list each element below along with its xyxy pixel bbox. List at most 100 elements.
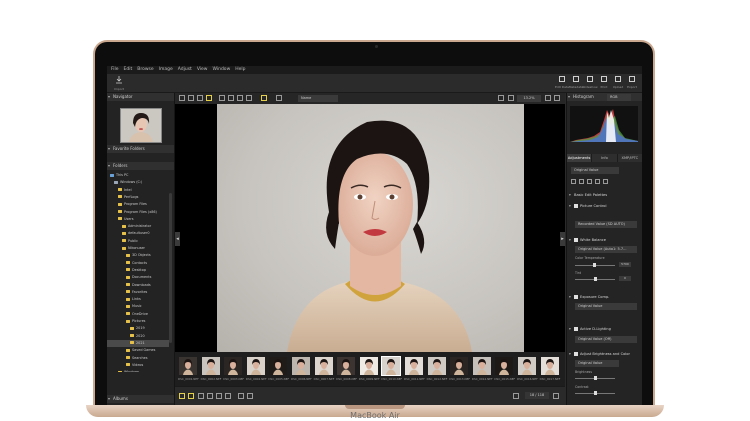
filmstrip-thumbnail[interactable] [269, 357, 288, 375]
exposure-select[interactable]: Original Value [575, 303, 637, 310]
rating-filter-icon[interactable] [261, 95, 267, 101]
preset-select[interactable]: Original Value [571, 167, 619, 174]
color-picker-icon[interactable] [571, 179, 576, 184]
menu-item-adjust[interactable]: Adjust [178, 66, 192, 74]
tint-slider[interactable] [575, 277, 615, 281]
menu-item-help[interactable]: Help [235, 66, 245, 74]
white-balance-select[interactable]: Original Value (Auto1: 5.7... [575, 246, 637, 253]
filmstrip-thumbnail[interactable] [337, 357, 356, 375]
folder-tree-item[interactable]: 2019 [107, 325, 169, 332]
folder-tree-item[interactable]: Music [107, 303, 169, 310]
active-d-lighting-section[interactable]: Active D-Lighting [569, 326, 641, 333]
folder-tree-item[interactable]: Downloads [107, 282, 169, 289]
export-button[interactable]: Export [624, 75, 640, 91]
folder-tree-item[interactable]: Program Files [107, 201, 169, 208]
label-icon[interactable] [179, 393, 185, 399]
filmstrip-thumbnail[interactable] [381, 356, 402, 376]
color-temp-slider[interactable] [575, 263, 615, 267]
filmstrip-thumbnail[interactable] [201, 357, 220, 375]
menu-item-window[interactable]: Window [213, 66, 231, 74]
filmstrip-thumbnail[interactable] [314, 357, 333, 375]
image-viewer[interactable]: ◂ ▸ [175, 104, 565, 352]
filmstrip-thumbnail[interactable] [224, 357, 243, 375]
folder-tree-item[interactable]: Public [107, 238, 169, 245]
menu-item-image[interactable]: Image [159, 66, 173, 74]
navigator-header[interactable]: Navigator [107, 93, 174, 101]
info-icon[interactable] [216, 393, 222, 399]
filmstrip-view-icon[interactable] [197, 95, 203, 101]
exposure-section[interactable]: Exposure Comp. [569, 294, 641, 301]
folder-tree-item[interactable]: Intel [107, 187, 169, 194]
folders-header[interactable]: Folders [107, 162, 174, 170]
filmstrip-thumbnail[interactable] [179, 357, 197, 375]
brightness-select[interactable]: Original Value [575, 360, 619, 367]
brush-icon[interactable] [579, 179, 584, 184]
menu-item-browse[interactable]: Browse [137, 66, 153, 74]
folder-tree-item[interactable]: Pictures [107, 318, 169, 325]
folder-tree-item[interactable]: Administrator [107, 223, 169, 230]
navigator-thumbnail[interactable] [120, 108, 162, 143]
albums-header[interactable]: Albums [107, 395, 174, 403]
adl-checkbox[interactable] [574, 327, 578, 331]
crop-icon[interactable] [587, 179, 592, 184]
grid-view-icon[interactable] [179, 95, 185, 101]
retouch-icon[interactable] [603, 179, 608, 184]
dual-view-icon[interactable] [237, 95, 243, 101]
color-temp-value[interactable]: 5700 [619, 262, 631, 267]
filmstrip-thumbnail[interactable] [450, 357, 469, 375]
zoom-in-icon[interactable] [545, 95, 551, 101]
fit-screen-icon[interactable] [498, 95, 504, 101]
next-image-icon[interactable]: ▸ [560, 232, 565, 246]
picture-control-section[interactable]: Picture Control [569, 203, 641, 210]
filmstrip-thumbnail[interactable] [518, 357, 536, 375]
folder-tree-item[interactable]: 2021 [107, 339, 169, 347]
zoom-icon[interactable] [508, 95, 514, 101]
zoom-out-icon[interactable] [554, 95, 560, 101]
folder-tree-item[interactable]: Contacts [107, 260, 169, 267]
folder-tree-item[interactable]: Windows [107, 369, 169, 372]
rotate-left-icon[interactable] [198, 393, 204, 399]
folder-tree-item[interactable]: Desktop [107, 267, 169, 274]
basic-edit-section[interactable]: Basic Edit Palettes [569, 192, 641, 199]
folder-tree-item[interactable]: Windows (C:) [107, 179, 169, 186]
rotate-right-icon[interactable] [207, 393, 213, 399]
folder-tree-item[interactable]: 2020 [107, 333, 169, 340]
picture-control-checkbox[interactable] [574, 204, 578, 208]
folder-tree-item[interactable]: Searches [107, 355, 169, 362]
filmstrip-thumbnail[interactable] [405, 357, 423, 375]
folder-tree-item[interactable]: OneDrive [107, 311, 169, 318]
folder-tree-scrollbar[interactable] [169, 193, 172, 343]
folder-tree-item[interactable]: Documents [107, 274, 169, 281]
filmstrip-thumbnail[interactable] [472, 357, 491, 375]
first-page-icon[interactable] [238, 393, 244, 399]
menu-item-view[interactable]: View [197, 66, 208, 74]
favorite-folders-header[interactable]: Favorite Folders [107, 145, 174, 153]
folder-tree-item[interactable]: Users [107, 216, 169, 223]
import-button[interactable]: Import [111, 75, 127, 91]
white-balance-section[interactable]: White Balance [569, 237, 641, 244]
filmstrip-thumbnail[interactable] [495, 357, 514, 375]
folder-tree-item[interactable]: Videos [107, 362, 169, 369]
folder-tree-item[interactable]: Saved Games [107, 347, 169, 354]
adl-select[interactable]: Original Value (Off) [575, 336, 637, 343]
folder-tree-item[interactable]: Links [107, 296, 169, 303]
straighten-icon[interactable] [595, 179, 600, 184]
prev-image-icon[interactable]: ◂ [175, 232, 180, 246]
warning-icon[interactable] [225, 393, 231, 399]
folder-tree-item[interactable]: defaultuser0 [107, 230, 169, 237]
split-view-icon[interactable] [228, 95, 234, 101]
histogram-channel-select[interactable]: RGB [607, 93, 631, 101]
white-balance-checkbox[interactable] [574, 238, 578, 242]
filmstrip-thumbnail[interactable] [246, 357, 265, 375]
prev-page-icon[interactable] [513, 393, 519, 399]
next-page-icon[interactable] [553, 393, 559, 399]
filmstrip-thumbnail[interactable] [427, 357, 446, 375]
filmstrip-thumbnail[interactable] [292, 357, 310, 375]
menu-item-edit[interactable]: Edit [124, 66, 133, 74]
folder-tree-item[interactable]: This PC [107, 172, 169, 179]
brightness-slider[interactable] [575, 376, 615, 380]
menu-item-file[interactable]: File [111, 66, 119, 74]
brightness-section[interactable]: Adjust Brightness and Color [569, 351, 641, 358]
picture-control-select[interactable]: Recorded Value (SD AUTO) [575, 221, 637, 228]
contrast-slider[interactable] [575, 391, 615, 395]
